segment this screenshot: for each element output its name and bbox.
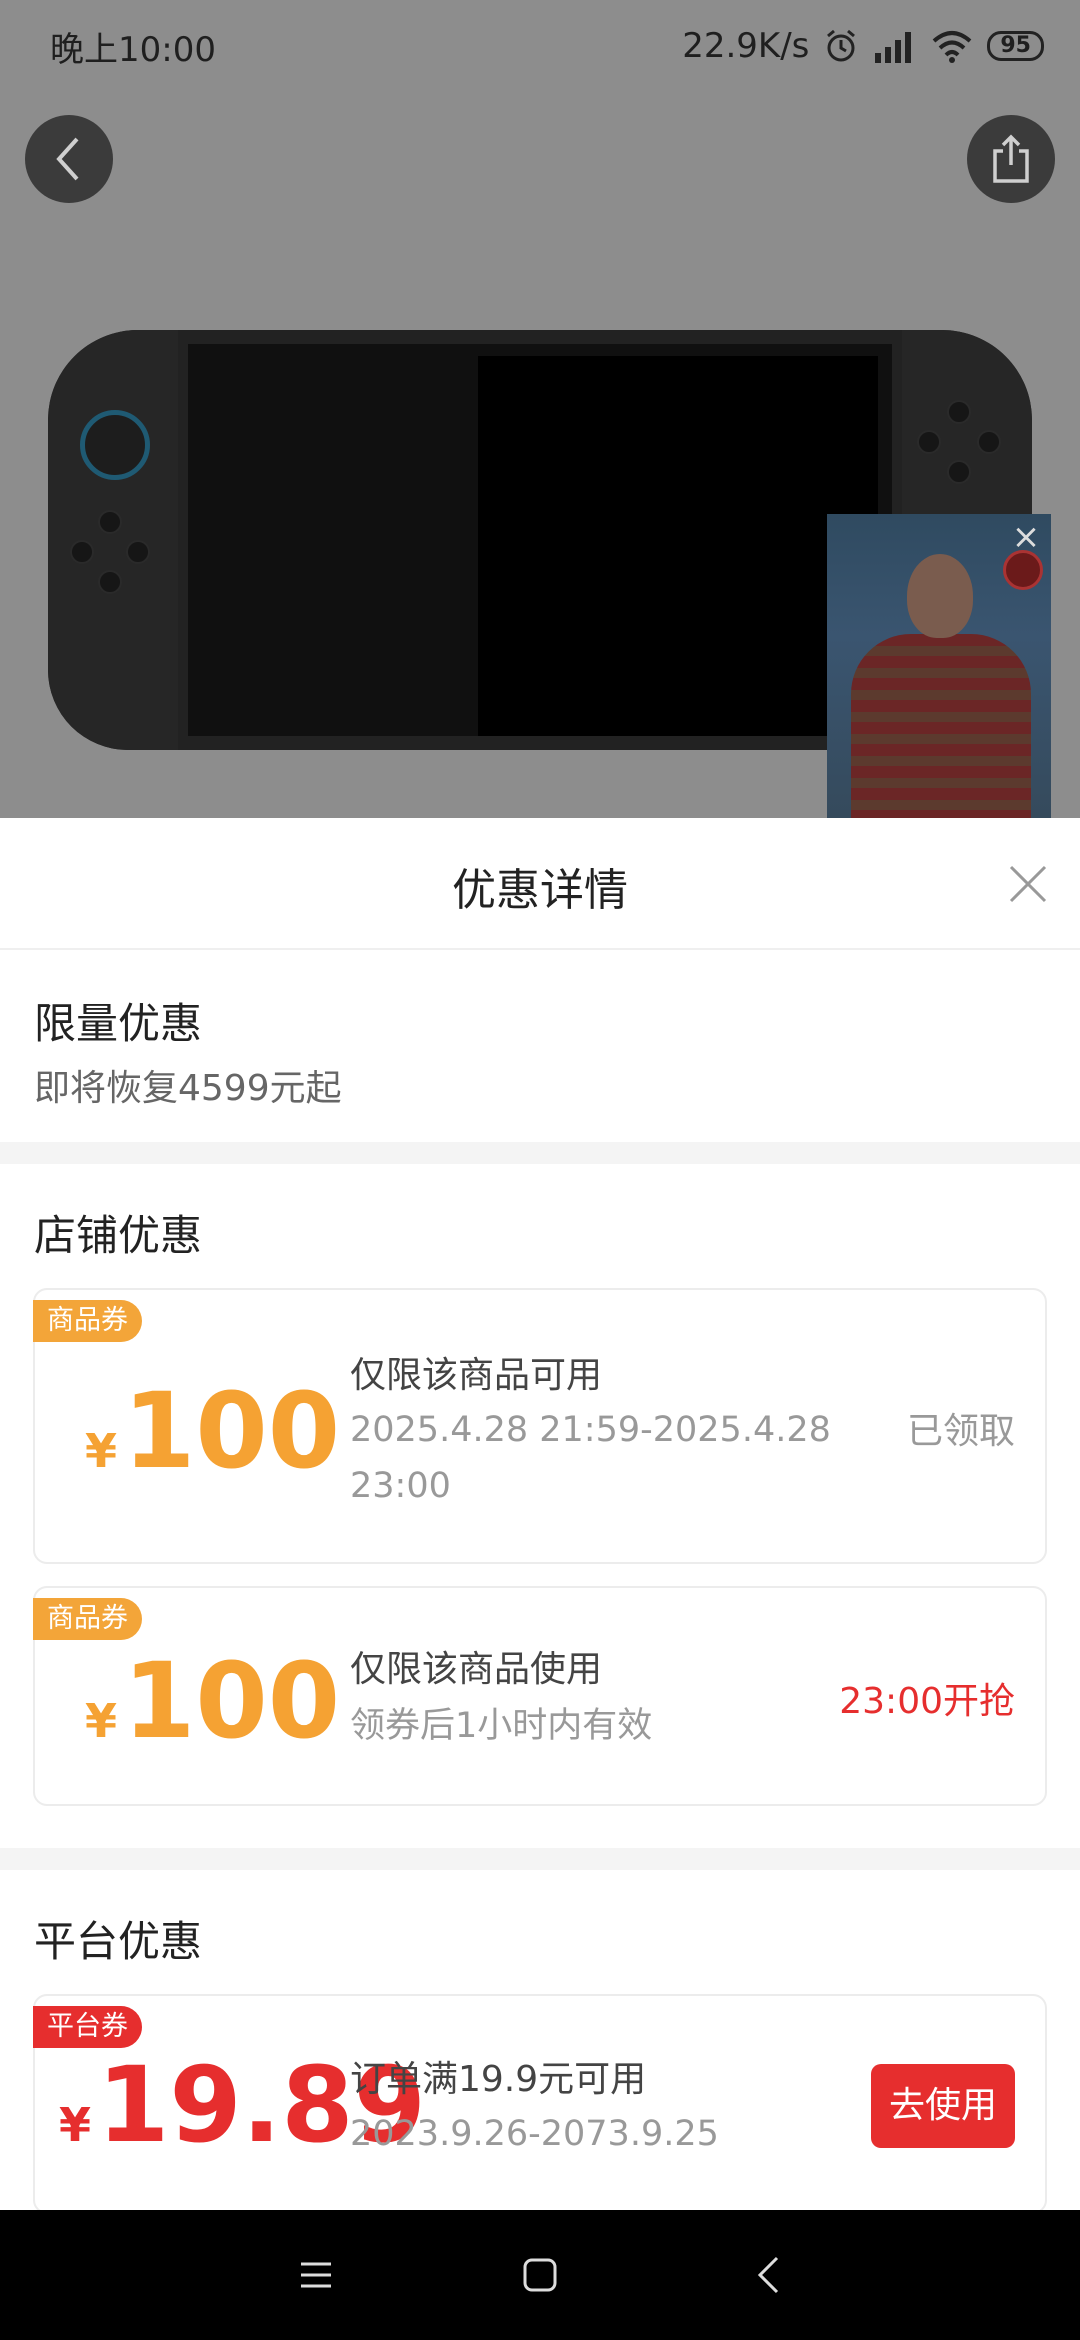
live-stream-thumbnail[interactable]: × [827,514,1051,818]
section-divider [0,1848,1080,1870]
dpad-button [98,510,122,534]
store-offer-header: 店铺优惠 [0,1164,1080,1288]
dpad-button [126,540,150,564]
back-button[interactable] [25,115,113,203]
coupon-condition: 仅限该商品使用 [350,1649,603,1690]
product-image-area: 晚上10:00 22.9K/s 95 × [0,0,1080,818]
coupon-tag: 商品券 [33,1598,142,1640]
home-button[interactable] [510,2245,570,2305]
net-speed: 22.9K/s [682,26,810,66]
coupon-condition: 订单满19.9元可用 [350,2059,647,2100]
platform-offer-header: 平台优惠 [0,1870,1080,1994]
console-screen [188,344,892,736]
face-button [947,400,971,424]
discount-detail-sheet: 优惠详情 限量优惠 即将恢复4599元起 店铺优惠 商品券 ¥100 仅限该商品… [0,818,1080,2210]
share-button[interactable] [967,115,1055,203]
coupon-validity: 2025.4.28 21:59-2025.4.28 23:00 [350,1410,831,1506]
status-icons: 22.9K/s 95 [682,26,1044,66]
face-button [917,430,941,454]
section-divider [0,1142,1080,1164]
home-square-icon [523,2258,557,2292]
sheet-header: 优惠详情 [0,818,1080,950]
coupon-tag: 商品券 [33,1300,142,1342]
battery-icon: 95 [987,31,1044,61]
coupon-validity: 领券后1小时内有效 [350,1706,653,1746]
menu-icon [301,2262,331,2288]
dpad-button [70,540,94,564]
alarm-icon [827,29,856,62]
sheet-title: 优惠详情 [452,865,628,916]
chevron-left-icon [56,137,79,181]
coupon-amount: ¥100 [85,1370,341,1492]
coupon-condition: 仅限该商品可用 [350,1355,603,1396]
use-coupon-button[interactable]: 去使用 [870,2064,1015,2148]
left-stick [80,410,150,480]
coupon-tag: 平台券 [33,2006,142,2048]
coupon-card[interactable]: 商品券 ¥100 仅限该商品可用 2025.4.28 21:59-2025.4.… [33,1288,1047,1564]
left-controller [48,330,178,750]
dpad-button [98,570,122,594]
host-head [907,554,973,638]
coupon-validity: 2023.9.26-2073.9.25 [350,2114,719,2154]
share-icon [993,134,1029,183]
menu-button[interactable] [286,2245,346,2305]
limited-offer-title: 限量优惠 [34,999,203,1048]
back-triangle-icon [757,2256,779,2294]
store-offer-title: 店铺优惠 [34,1211,203,1260]
close-icon[interactable] [1008,864,1048,904]
status-time: 晚上10:00 [50,29,216,70]
coupon-card[interactable]: 商品券 ¥100 仅限该商品使用 领券后1小时内有效 23:00开抢 [33,1586,1047,1806]
coupon-grab-time[interactable]: 23:00开抢 [839,1672,1015,1724]
host-figure [851,634,1031,818]
limited-offer-subtitle: 即将恢复4599元起 [34,1068,342,1109]
nav-back-button[interactable] [738,2245,798,2305]
platform-offer-title: 平台优惠 [34,1917,203,1966]
limited-offer-section: 限量优惠 即将恢复4599元起 [0,950,1080,1142]
face-button [977,430,1001,454]
status-bar: 晚上10:00 22.9K/s 95 [0,0,1080,92]
wifi-icon [933,31,972,63]
coupon-claimed-status: 已领取 [906,1411,1015,1452]
face-button [947,460,971,484]
coupon-card[interactable]: 平台券 ¥19.89 订单满19.9元可用 2023.9.26-2073.9.2… [33,1994,1047,2210]
signal-icon [875,32,912,63]
system-nav-bar [0,2210,1080,2340]
live-close-icon[interactable]: × [1011,520,1041,554]
coupon-amount: ¥100 [85,1640,341,1762]
